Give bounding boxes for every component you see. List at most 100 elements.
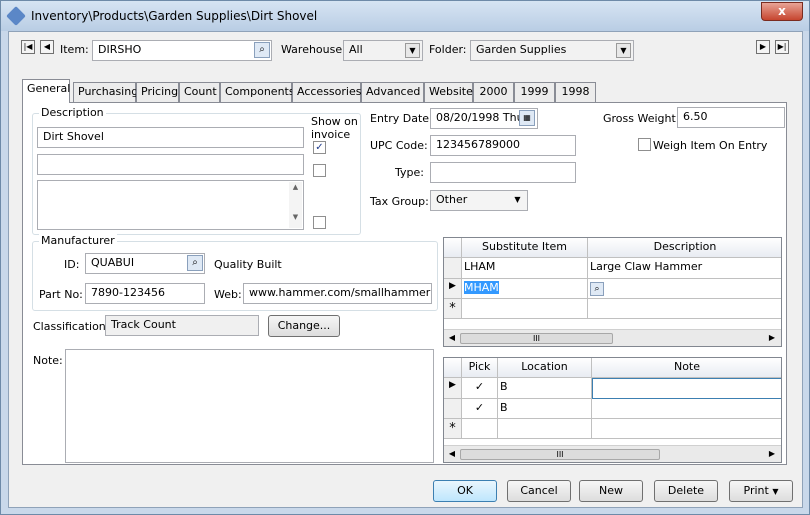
locations-horizontal-scrollbar[interactable]: ◀ III ▶ xyxy=(444,445,781,462)
manufacturer-name: Quality Built xyxy=(214,258,282,271)
tax-group-label: Tax Group: xyxy=(370,195,429,208)
tab-accessories[interactable]: Accessories xyxy=(292,82,361,102)
note-textarea[interactable] xyxy=(65,349,434,463)
tab-advanced[interactable]: Advanced xyxy=(361,82,424,102)
tab-1998[interactable]: 1998 xyxy=(555,82,596,102)
tab-count[interactable]: Count xyxy=(179,82,220,102)
web-input[interactable]: www.hammer.com/smallhammer xyxy=(243,283,432,304)
location-new-cell[interactable] xyxy=(498,419,592,439)
cancel-button[interactable]: Cancel xyxy=(507,480,571,502)
type-input[interactable] xyxy=(430,162,576,183)
inventory-window: Inventory\Products\Garden Supplies\Dirt … xyxy=(0,0,810,515)
change-classification-button[interactable]: Change... xyxy=(268,315,340,337)
grid-corner xyxy=(444,238,462,258)
scroll-thumb[interactable]: III xyxy=(460,449,660,460)
pick-header[interactable]: Pick xyxy=(462,358,498,378)
chevron-down-icon: ▼ xyxy=(616,43,631,58)
substitute-description-cell[interactable]: Large Claw Hammer xyxy=(588,258,781,279)
row-header[interactable] xyxy=(444,258,462,279)
tax-group-select[interactable]: Other ▼ xyxy=(430,190,528,211)
substitute-description-cell[interactable]: ⌕ xyxy=(588,279,781,299)
last-record-icon[interactable]: ▶| xyxy=(775,40,789,54)
pick-new-cell[interactable] xyxy=(462,419,498,439)
location-cell[interactable]: B xyxy=(498,399,592,419)
delete-button[interactable]: Delete xyxy=(654,480,718,502)
description-group-label: Description xyxy=(39,106,106,119)
pick-locations-grid: Pick Location Note ▶ ✓ B ✓ B * ◀ III ▶ xyxy=(443,357,782,463)
item-input[interactable]: DIRSHO xyxy=(92,40,272,61)
upc-code-label: UPC Code: xyxy=(370,139,428,152)
substitute-item-cell[interactable]: MHAM xyxy=(462,279,588,299)
substitute-new-description-cell[interactable] xyxy=(588,299,781,319)
row-header[interactable] xyxy=(444,399,462,419)
upc-code-input[interactable]: 123456789000 xyxy=(430,135,576,156)
warehouse-label: Warehouse: xyxy=(281,43,346,56)
location-cell[interactable]: B xyxy=(498,378,592,399)
item-search-icon[interactable]: ⌕ xyxy=(254,42,270,58)
location-note-cell[interactable] xyxy=(592,378,781,399)
classification-input[interactable]: Track Count xyxy=(105,315,259,336)
location-header[interactable]: Location xyxy=(498,358,592,378)
manufacturer-search-icon[interactable]: ⌕ xyxy=(187,255,203,271)
scroll-right-icon[interactable]: ▶ xyxy=(767,333,777,342)
substitutes-horizontal-scrollbar[interactable]: ◀ III ▶ xyxy=(444,329,781,346)
substitute-item-header[interactable]: Substitute Item xyxy=(462,238,588,258)
scroll-left-icon[interactable]: ◀ xyxy=(447,449,457,458)
show-on-invoice-check-3[interactable] xyxy=(313,216,326,229)
location-note-new-cell[interactable] xyxy=(592,419,781,439)
first-record-icon[interactable]: |◀ xyxy=(21,40,35,54)
tab-general[interactable]: General xyxy=(22,79,70,103)
chevron-down-icon: ▼ xyxy=(405,43,420,58)
substitute-item-selected-text: MHAM xyxy=(464,281,499,294)
note-header[interactable]: Note xyxy=(592,358,781,378)
current-row-arrow-icon[interactable]: ▶ xyxy=(444,279,462,299)
new-button[interactable]: New xyxy=(579,480,643,502)
show-on-invoice-check-2[interactable] xyxy=(313,164,326,177)
new-row-marker[interactable]: * xyxy=(444,419,462,439)
print-button[interactable]: Print ▼ xyxy=(729,480,793,502)
type-label: Type: xyxy=(395,166,424,179)
substitute-new-item-cell[interactable] xyxy=(462,299,588,319)
description-line3-input[interactable] xyxy=(37,180,304,230)
show-on-invoice-label: Show on invoice xyxy=(311,115,358,141)
show-on-invoice-check-1[interactable]: ✓ xyxy=(313,141,326,154)
gross-weight-label: Gross Weight: xyxy=(603,112,680,125)
scroll-thumb[interactable]: III xyxy=(460,333,613,344)
description-line1-input[interactable]: Dirt Shovel xyxy=(37,127,304,148)
previous-record-icon[interactable]: ◀ xyxy=(40,40,54,54)
chevron-down-icon: ▼ xyxy=(514,195,521,204)
tab-2000[interactable]: 2000 xyxy=(473,82,514,102)
substitute-items-grid: Substitute Item Description LHAM Large C… xyxy=(443,237,782,347)
pick-cell[interactable]: ✓ xyxy=(462,399,498,419)
tax-group-value: Other xyxy=(436,193,468,206)
scroll-left-icon[interactable]: ◀ xyxy=(447,333,457,342)
print-label: Print xyxy=(743,484,769,497)
description-scrollbar[interactable]: ▲ ▼ xyxy=(289,182,302,228)
lookup-icon[interactable]: ⌕ xyxy=(590,282,604,296)
folder-select[interactable]: Garden Supplies ▼ xyxy=(470,40,634,61)
tab-purchasing[interactable]: Purchasing xyxy=(73,82,138,102)
weigh-on-entry-checkbox[interactable] xyxy=(638,138,651,151)
gross-weight-input[interactable]: 6.50 xyxy=(677,107,785,128)
description-line2-input[interactable] xyxy=(37,154,304,175)
new-row-marker[interactable]: * xyxy=(444,299,462,319)
current-row-arrow-icon[interactable]: ▶ xyxy=(444,378,462,399)
scroll-right-icon[interactable]: ▶ xyxy=(767,449,777,458)
folder-label: Folder: xyxy=(429,43,467,56)
next-record-icon[interactable]: ▶ xyxy=(756,40,770,54)
ok-button[interactable]: OK xyxy=(433,480,497,502)
part-no-input[interactable]: 7890-123456 xyxy=(85,283,205,304)
tab-1999[interactable]: 1999 xyxy=(514,82,555,102)
close-button[interactable]: x xyxy=(761,2,803,21)
warehouse-select[interactable]: All ▼ xyxy=(343,40,423,61)
client-area: |◀ ◀ Item: DIRSHO ⌕ Warehouse: All ▼ Fol… xyxy=(8,31,803,508)
pick-cell[interactable]: ✓ xyxy=(462,378,498,399)
tab-components[interactable]: Components xyxy=(220,82,295,102)
calendar-icon[interactable]: ▦ xyxy=(519,110,535,126)
tab-website[interactable]: Website xyxy=(424,82,473,102)
substitute-description-header[interactable]: Description xyxy=(588,238,781,258)
grid-corner xyxy=(444,358,462,378)
substitute-item-cell[interactable]: LHAM xyxy=(462,258,588,279)
tab-pricing[interactable]: Pricing xyxy=(136,82,179,102)
location-note-cell[interactable] xyxy=(592,399,781,419)
